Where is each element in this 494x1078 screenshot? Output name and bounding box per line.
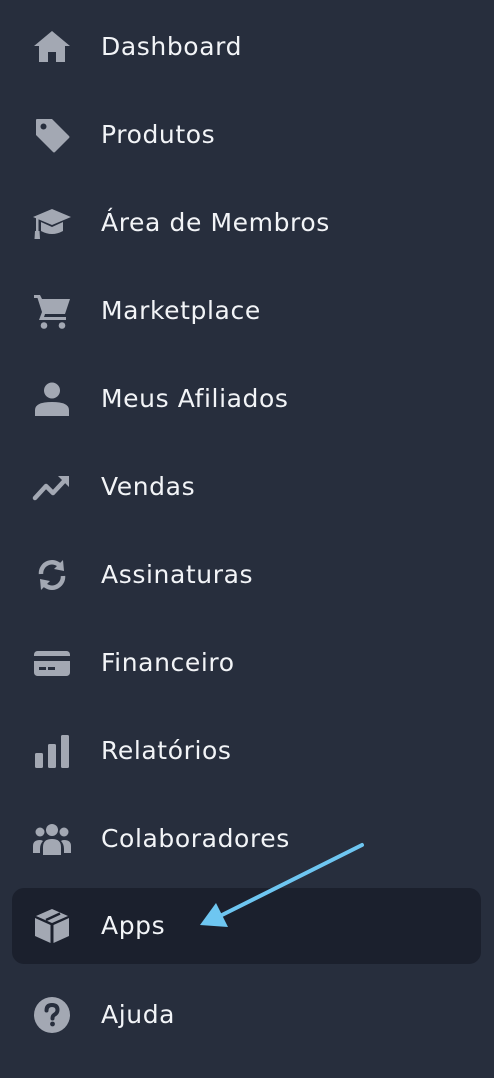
graduation-cap-icon (32, 203, 72, 243)
sidebar-item-label: Ajuda (101, 1000, 176, 1029)
refresh-icon (32, 555, 72, 595)
bar-chart-icon (32, 731, 72, 771)
sidebar-item-label: Dashboard (101, 32, 243, 61)
sidebar-menu: Dashboard Produtos Área de Membros Marke… (0, 0, 494, 1078)
cube-icon (32, 906, 72, 946)
sidebar-item-label: Apps (101, 911, 166, 940)
credit-card-icon (32, 643, 72, 683)
sidebar-item-label: Relatórios (101, 736, 232, 765)
sidebar-item-label: Vendas (101, 472, 196, 501)
help-circle-icon (32, 995, 72, 1035)
users-group-icon (32, 819, 72, 859)
tag-icon (32, 115, 72, 155)
sidebar-item-meus-afiliados[interactable]: Meus Afiliados (12, 361, 481, 437)
sidebar-item-financeiro[interactable]: Financeiro (12, 625, 481, 701)
trending-up-icon (32, 467, 72, 507)
sidebar-item-label: Assinaturas (101, 560, 254, 589)
sidebar-item-label: Meus Afiliados (101, 384, 289, 413)
sidebar-item-label: Financeiro (101, 648, 235, 677)
sidebar-item-area-de-membros[interactable]: Área de Membros (12, 185, 481, 261)
sidebar-item-label: Produtos (101, 120, 216, 149)
sidebar-item-label: Colaboradores (101, 824, 290, 853)
sidebar-item-relatorios[interactable]: Relatórios (12, 713, 481, 789)
user-icon (32, 379, 72, 419)
sidebar-item-assinaturas[interactable]: Assinaturas (12, 537, 481, 613)
home-icon (32, 27, 72, 67)
shopping-cart-icon (32, 291, 72, 331)
sidebar-item-ajuda[interactable]: Ajuda (12, 977, 481, 1053)
sidebar-item-apps[interactable]: Apps (12, 888, 481, 964)
sidebar-item-label: Área de Membros (101, 208, 330, 237)
sidebar-item-label: Marketplace (101, 296, 261, 325)
sidebar-item-colaboradores[interactable]: Colaboradores (12, 801, 481, 877)
sidebar-item-produtos[interactable]: Produtos (12, 97, 481, 173)
sidebar-item-marketplace[interactable]: Marketplace (12, 273, 481, 349)
sidebar-item-dashboard[interactable]: Dashboard (12, 9, 481, 85)
sidebar-item-vendas[interactable]: Vendas (12, 449, 481, 525)
